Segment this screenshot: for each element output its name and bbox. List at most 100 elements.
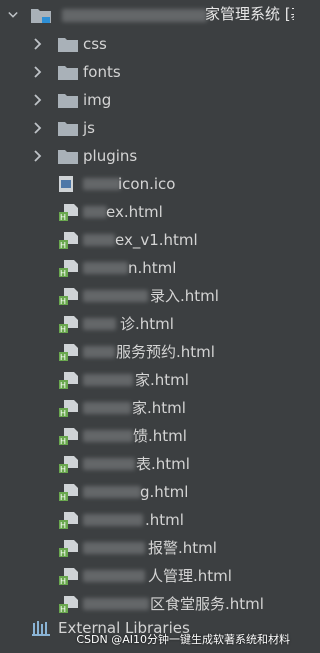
svg-text:H: H xyxy=(60,409,66,417)
html-file-icon: H xyxy=(58,231,78,250)
svg-text:H: H xyxy=(60,605,66,613)
csdn-watermark: CSDN @AI10分钟一键生成软著系统和材料 xyxy=(76,633,290,646)
folder-icon xyxy=(57,63,78,81)
file-label: 表.html xyxy=(136,455,190,473)
chevron-down-icon[interactable] xyxy=(8,9,18,21)
html-file-icon: H xyxy=(58,511,78,530)
folder-js[interactable]: js xyxy=(0,114,294,142)
redacted-text xyxy=(83,542,145,554)
svg-text:H: H xyxy=(60,465,66,473)
file-html[interactable]: H n.html xyxy=(0,254,294,282)
project-folder-icon xyxy=(30,6,51,24)
html-file-icon: H xyxy=(58,287,78,306)
redacted-text xyxy=(83,178,121,190)
html-file-icon: H xyxy=(58,259,78,278)
html-file-icon: H xyxy=(58,483,78,502)
file-label: 馈.html xyxy=(133,427,187,445)
folder-css[interactable]: css xyxy=(0,30,294,58)
tree-root[interactable]: 家管理系统 [基础 xyxy=(0,0,294,30)
file-label: g.html xyxy=(140,483,189,501)
redacted-text xyxy=(83,598,149,610)
file-label: n.html xyxy=(128,259,177,277)
ico-file-icon xyxy=(58,175,78,193)
html-file-icon: H xyxy=(58,315,78,334)
html-file-icon: H xyxy=(58,343,78,362)
svg-text:H: H xyxy=(60,269,66,277)
folder-label: css xyxy=(83,35,107,53)
html-file-icon: H xyxy=(58,371,78,390)
file-html[interactable]: H ex_v1.html xyxy=(0,226,294,254)
file-label: 家.html xyxy=(132,399,186,417)
chevron-right-icon[interactable] xyxy=(33,94,43,106)
file-html[interactable]: H 表.html xyxy=(0,450,294,478)
file-html[interactable]: H 家.html xyxy=(0,366,294,394)
redacted-text xyxy=(83,402,131,414)
redacted-text xyxy=(83,514,143,526)
folder-icon xyxy=(57,147,78,165)
folder-label: fonts xyxy=(83,63,121,81)
html-file-icon: H xyxy=(58,427,78,446)
file-html[interactable]: H 家.html xyxy=(0,394,294,422)
chevron-right-icon[interactable] xyxy=(33,150,43,162)
svg-text:H: H xyxy=(60,353,66,361)
file-html[interactable]: H 诊.html xyxy=(0,310,294,338)
svg-text:H: H xyxy=(60,297,66,305)
folder-plugins[interactable]: plugins xyxy=(0,142,294,170)
file-html[interactable]: H 报警.html xyxy=(0,534,294,562)
file-label: ex_v1.html xyxy=(115,231,198,249)
file-html[interactable]: H g.html xyxy=(0,478,294,506)
redacted-text xyxy=(83,290,148,302)
file-html[interactable]: H .html xyxy=(0,506,294,534)
folder-label: img xyxy=(83,91,112,109)
file-label: ex.html xyxy=(106,203,163,221)
html-file-icon: H xyxy=(58,567,78,586)
file-html[interactable]: H ex.html xyxy=(0,198,294,226)
file-html[interactable]: H 服务预约.html xyxy=(0,338,294,366)
html-file-icon: H xyxy=(58,203,78,222)
redacted-text xyxy=(83,346,115,358)
file-label: 诊.html xyxy=(120,315,174,333)
redacted-project-name xyxy=(62,9,207,22)
file-html[interactable]: H 馈.html xyxy=(0,422,294,450)
redacted-text xyxy=(83,486,141,498)
chevron-right-icon[interactable] xyxy=(33,122,43,134)
redacted-text xyxy=(83,570,145,582)
redacted-text xyxy=(83,206,107,218)
svg-text:H: H xyxy=(60,521,66,529)
root-name: 家管理系统 [基础 xyxy=(205,5,294,23)
file-label: .html xyxy=(145,511,184,529)
folder-icon xyxy=(57,91,78,109)
redacted-text xyxy=(83,374,133,386)
chevron-right-icon[interactable] xyxy=(33,38,43,50)
file-html[interactable]: H 录入.html xyxy=(0,282,294,310)
redacted-text xyxy=(83,318,116,330)
svg-text:H: H xyxy=(60,437,66,445)
file-label: 录入.html xyxy=(150,287,219,305)
folder-label: js xyxy=(83,119,95,137)
file-label: 家.html xyxy=(135,371,189,389)
redacted-text xyxy=(83,262,128,274)
html-file-icon: H xyxy=(58,539,78,558)
file-favicon[interactable]: icon.ico xyxy=(0,170,294,198)
svg-text:H: H xyxy=(60,213,66,221)
svg-text:H: H xyxy=(60,577,66,585)
library-icon xyxy=(32,620,52,638)
redacted-text xyxy=(83,234,115,246)
file-label: 报警.html xyxy=(148,539,217,557)
file-label: 服务预约.html xyxy=(116,343,215,361)
project-tree: 家管理系统 [基础 css fonts img xyxy=(0,0,294,653)
file-html[interactable]: H 人管理.html xyxy=(0,562,294,590)
chevron-right-icon[interactable] xyxy=(33,66,43,78)
folder-fonts[interactable]: fonts xyxy=(0,58,294,86)
html-file-icon: H xyxy=(58,399,78,418)
svg-text:H: H xyxy=(60,549,66,557)
html-file-icon: H xyxy=(58,595,78,614)
folder-icon xyxy=(57,119,78,137)
folder-icon xyxy=(57,35,78,53)
svg-text:H: H xyxy=(60,493,66,501)
svg-text:H: H xyxy=(60,325,66,333)
folder-img[interactable]: img xyxy=(0,86,294,114)
html-file-icon: H xyxy=(58,455,78,474)
folder-label: plugins xyxy=(83,147,138,165)
file-label: icon.ico xyxy=(118,175,176,193)
